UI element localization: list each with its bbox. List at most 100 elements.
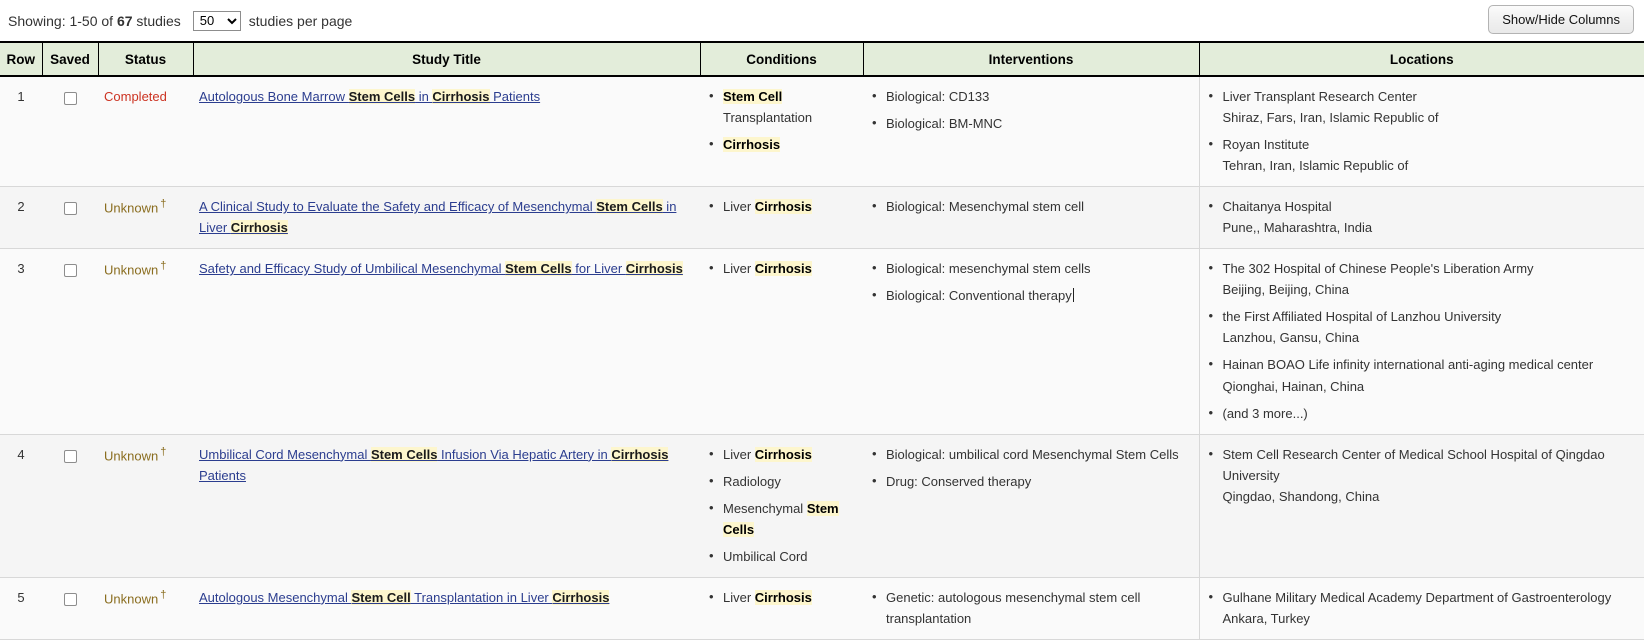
table-row: 2 Unknown†A Clinical Study to Evaluate th… [0, 187, 1644, 249]
conditions-cell: Liver Cirrhosis [700, 249, 863, 434]
save-study-checkbox[interactable] [64, 593, 77, 606]
text-fragment: Mesenchymal [723, 501, 807, 516]
search-term-highlight: Cirrhosis [552, 590, 609, 605]
text-fragment: Infusion Via Hepatic Artery in [437, 447, 611, 462]
table-body: 1CompletedAutologous Bone Marrow Stem Ce… [0, 76, 1644, 639]
location-place: Ankara, Turkey [1223, 608, 1639, 629]
location-facility-name: the First Affiliated Hospital of Lanzhou… [1223, 309, 1502, 324]
studies-results-table: Row Saved Status Study Title Conditions … [0, 41, 1644, 640]
search-term-highlight: Cirrhosis [755, 447, 812, 462]
location-item: Liver Transplant Research CenterShiraz, … [1206, 86, 1639, 128]
study-title-link[interactable]: A Clinical Study to Evaluate the Safety … [199, 199, 676, 235]
status-cell: Unknown† [98, 434, 193, 577]
status-badge: Completed [104, 89, 167, 104]
intervention-item: Genetic: autologous mesenchymal stem cel… [869, 587, 1193, 629]
column-header-study-title[interactable]: Study Title [193, 42, 700, 76]
location-place: Lanzhou, Gansu, China [1223, 327, 1639, 348]
text-fragment: Radiology [723, 474, 781, 489]
interventions-cell: Biological: CD133 Biological: BM-MNC [863, 76, 1199, 187]
text-fragment: for Liver [572, 261, 626, 276]
location-item: (and 3 more...) [1206, 403, 1639, 424]
intervention-item: Biological: Conventional therapy [869, 285, 1193, 306]
saved-cell [42, 434, 98, 577]
save-study-checkbox[interactable] [64, 202, 77, 215]
column-header-saved[interactable]: Saved [42, 42, 98, 76]
column-header-locations[interactable]: Locations [1199, 42, 1644, 76]
row-number: 2 [0, 187, 42, 249]
locations-cell: Gulhane Military Medical Academy Departm… [1199, 577, 1644, 639]
status-cell: Unknown† [98, 187, 193, 249]
location-item: Gulhane Military Medical Academy Departm… [1206, 587, 1639, 629]
location-facility-name: Stem Cell Research Center of Medical Sch… [1223, 447, 1605, 483]
locations-cell: Chaitanya HospitalPune,, Maharashtra, In… [1199, 187, 1644, 249]
study-title-link[interactable]: Safety and Efficacy Study of Umbilical M… [199, 261, 683, 276]
text-fragment: Patients [199, 468, 246, 483]
search-term-highlight: Stem Cells [596, 199, 662, 214]
study-title-cell: Umbilical Cord Mesenchymal Stem Cells In… [193, 434, 700, 577]
condition-item: Cirrhosis [706, 134, 857, 155]
search-term-highlight: Stem Cells [349, 89, 415, 104]
saved-cell [42, 76, 98, 187]
study-title-link[interactable]: Autologous Mesenchymal Stem Cell Transpl… [199, 590, 609, 605]
studies-per-page-select[interactable]: 102550100 [193, 11, 241, 31]
save-study-checkbox[interactable] [64, 92, 77, 105]
column-header-row[interactable]: Row [0, 42, 42, 76]
save-study-checkbox[interactable] [64, 450, 77, 463]
text-fragment: Autologous Bone Marrow [199, 89, 349, 104]
conditions-list: Liver Cirrhosis [706, 587, 857, 608]
text-fragment: Drug: Conserved therapy [886, 474, 1031, 489]
locations-list: Liver Transplant Research CenterShiraz, … [1206, 86, 1639, 176]
interventions-list: Biological: Mesenchymal stem cell [869, 196, 1193, 217]
condition-item: Liver Cirrhosis [706, 444, 857, 465]
condition-item: Stem Cell Transplantation [706, 86, 857, 128]
showing-total: 67 [117, 13, 133, 29]
column-header-status[interactable]: Status [98, 42, 193, 76]
intervention-item: Biological: BM-MNC [869, 113, 1193, 134]
location-place: Qionghai, Hainan, China [1223, 376, 1639, 397]
conditions-list: Liver Cirrhosis [706, 258, 857, 279]
text-fragment: Genetic: autologous mesenchymal stem cel… [886, 590, 1140, 626]
status-cell: Unknown† [98, 249, 193, 434]
interventions-list: Biological: CD133 Biological: BM-MNC [869, 86, 1193, 134]
condition-item: Mesenchymal Stem Cells [706, 498, 857, 540]
text-cursor [1073, 288, 1074, 302]
location-item: The 302 Hospital of Chinese People's Lib… [1206, 258, 1639, 300]
status-dagger-icon: † [160, 260, 166, 272]
studies-per-page-label: studies per page [249, 13, 353, 29]
search-term-highlight: Stem Cell [351, 590, 410, 605]
locations-list: Chaitanya HospitalPune,, Maharashtra, In… [1206, 196, 1639, 238]
search-term-highlight: Cirrhosis [755, 199, 812, 214]
intervention-item: Biological: umbilical cord Mesenchymal S… [869, 444, 1193, 465]
study-title-link[interactable]: Umbilical Cord Mesenchymal Stem Cells In… [199, 447, 668, 483]
condition-item: Umbilical Cord [706, 546, 857, 567]
location-item: Hainan BOAO Life infinity international … [1206, 354, 1639, 396]
study-title-link[interactable]: Autologous Bone Marrow Stem Cells in Cir… [199, 89, 540, 104]
conditions-cell: Liver Cirrhosis [700, 577, 863, 639]
showing-suffix: studies [133, 13, 181, 29]
showing-prefix: Showing: 1-50 of [8, 13, 117, 29]
condition-item: Liver Cirrhosis [706, 258, 857, 279]
status-dagger-icon: † [160, 446, 166, 458]
intervention-item: Drug: Conserved therapy [869, 471, 1193, 492]
location-facility-name: Gulhane Military Medical Academy Departm… [1223, 590, 1612, 605]
column-header-conditions[interactable]: Conditions [700, 42, 863, 76]
saved-cell [42, 249, 98, 434]
column-header-interventions[interactable]: Interventions [863, 42, 1199, 76]
text-fragment: Transplantation in Liver [411, 590, 553, 605]
condition-item: Liver Cirrhosis [706, 587, 857, 608]
text-fragment: Liver [723, 447, 755, 462]
text-fragment: Biological: Conventional therapy [886, 288, 1072, 303]
location-facility-name: Royan Institute [1223, 137, 1310, 152]
show-hide-columns-button[interactable]: Show/Hide Columns [1488, 5, 1634, 34]
locations-list: The 302 Hospital of Chinese People's Lib… [1206, 258, 1639, 423]
save-study-checkbox[interactable] [64, 264, 77, 277]
location-facility-name: Chaitanya Hospital [1223, 199, 1332, 214]
locations-cell: Liver Transplant Research CenterShiraz, … [1199, 76, 1644, 187]
status-badge: Unknown [104, 448, 158, 463]
text-fragment: Autologous Mesenchymal [199, 590, 351, 605]
interventions-cell: Genetic: autologous mesenchymal stem cel… [863, 577, 1199, 639]
text-fragment: Umbilical Cord Mesenchymal [199, 447, 371, 462]
text-fragment: Liver [723, 199, 755, 214]
text-fragment: Biological: CD133 [886, 89, 989, 104]
status-badge: Unknown [104, 263, 158, 278]
